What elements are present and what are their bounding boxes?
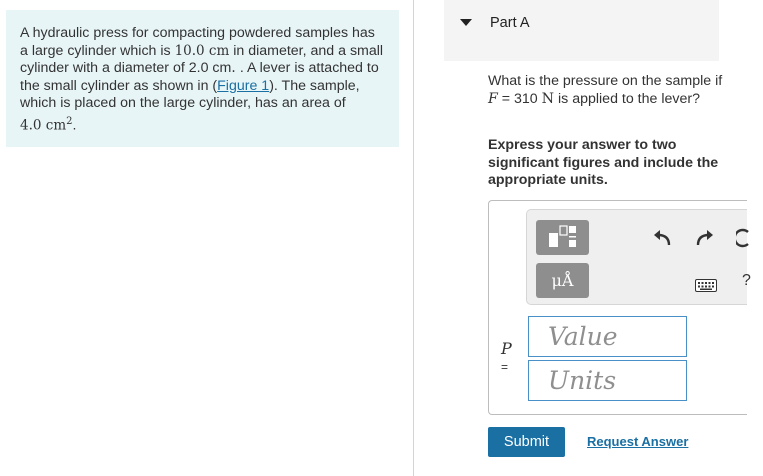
question-text: What is the pressure on the sample if F … bbox=[488, 73, 723, 107]
submit-button[interactable]: Submit bbox=[488, 427, 565, 457]
force-variable: F bbox=[488, 90, 498, 107]
reset-icon[interactable] bbox=[733, 228, 750, 253]
redo-icon[interactable] bbox=[696, 229, 714, 252]
answer-equals: = bbox=[501, 360, 509, 374]
caret-down-icon[interactable] bbox=[460, 19, 472, 26]
small-diameter: 2.0 cm bbox=[188, 60, 232, 77]
part-a-header[interactable]: Part A bbox=[444, 0, 719, 61]
keyboard-icon[interactable] bbox=[695, 277, 717, 297]
large-diameter: 10.0 cm bbox=[174, 42, 230, 59]
figure-link[interactable]: Figure 1 bbox=[217, 78, 269, 94]
value-field-wrapper bbox=[528, 316, 687, 357]
undo-icon[interactable] bbox=[653, 229, 671, 252]
value-input[interactable] bbox=[529, 317, 686, 356]
area-value: 4.0 cm bbox=[20, 117, 67, 134]
math-toolbar: μÅ ? bbox=[526, 209, 751, 305]
templates-icon[interactable] bbox=[536, 220, 589, 255]
problem-text-end: . bbox=[72, 117, 77, 134]
units-field-wrapper bbox=[528, 360, 687, 401]
answer-instructions: Express your answer to two significant f… bbox=[488, 137, 719, 189]
help-icon[interactable]: ? bbox=[742, 271, 751, 291]
panel-divider bbox=[413, 0, 414, 476]
units-icon[interactable]: μÅ bbox=[536, 263, 589, 298]
units-input[interactable] bbox=[529, 361, 686, 400]
force-unit: N bbox=[541, 90, 555, 107]
part-title: Part A bbox=[490, 15, 530, 31]
problem-statement: A hydraulic press for compacting powdere… bbox=[6, 10, 399, 147]
answer-variable: P bbox=[501, 339, 512, 358]
request-answer-link[interactable]: Request Answer bbox=[587, 434, 688, 449]
